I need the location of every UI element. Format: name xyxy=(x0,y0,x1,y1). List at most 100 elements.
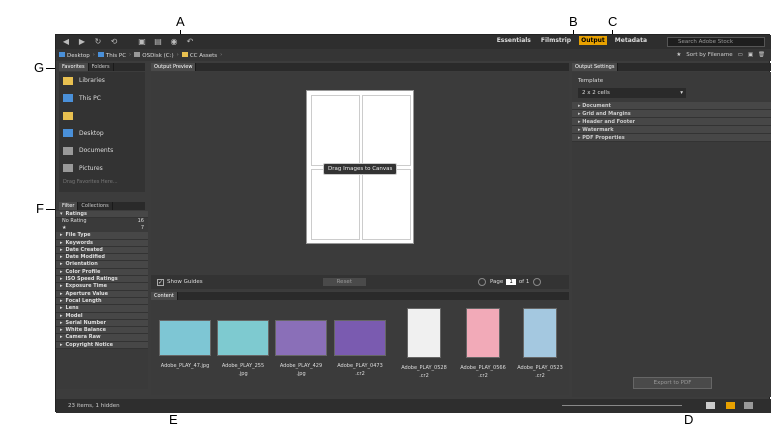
canvas-cell-3 xyxy=(311,169,360,240)
status-text: 23 items, 1 hidden xyxy=(68,403,120,409)
thumbnail-image xyxy=(334,320,386,356)
filter-section-focal-length[interactable]: ▸ Focal Length xyxy=(56,297,148,306)
folder-icon[interactable]: ▭ xyxy=(738,52,743,58)
back-icon[interactable]: ◀ xyxy=(60,37,72,47)
user-folder-icon xyxy=(63,111,73,120)
breadcrumb-this-pc[interactable]: This PC xyxy=(97,51,126,59)
forward-icon[interactable]: ▶ xyxy=(76,37,88,47)
thumbnail-caption: Adobe_PLAY_47.jpg xyxy=(160,363,210,369)
undo-icon[interactable]: ↶ xyxy=(184,37,196,47)
status-bar: 23 items, 1 hidden xyxy=(56,399,771,413)
callout-e: E xyxy=(169,412,178,427)
fav-pictures[interactable]: Pictures xyxy=(59,160,145,178)
workspace-metadata[interactable]: Metadata xyxy=(613,36,649,45)
content-panel: Adobe_PLAY_47.jpg Adobe_PLAY_255 .jpg Adob… xyxy=(151,300,569,395)
fav-this-pc[interactable]: This PC xyxy=(59,90,145,108)
content-thumbnail[interactable]: Adobe_PLAY_0523 .cr2 xyxy=(511,308,569,380)
favorites-panel: Libraries This PC Desktop Documents Pict… xyxy=(59,72,145,192)
filter-section-serial-number[interactable]: ▸ Serial Number xyxy=(56,319,148,328)
rotate-icon[interactable]: ⟲ xyxy=(108,37,120,47)
template-select[interactable]: 2 x 2 cells ▾ xyxy=(578,88,686,98)
tab-output-preview[interactable]: Output Preview xyxy=(151,63,197,71)
sort-dropdown[interactable]: Sort by Filename xyxy=(686,52,732,58)
filter-section-white-balance[interactable]: ▸ White Balance xyxy=(56,327,148,335)
breadcrumb-cc-assets[interactable]: CC Assets xyxy=(181,51,217,59)
fav-user[interactable] xyxy=(59,107,145,125)
app-toolbar: ◀ ▶ ↻ ⟲ ▣ ▤ ◉ ↶ xyxy=(56,35,771,49)
export-to-pdf-button[interactable]: Export to PDF xyxy=(633,377,712,389)
delete-icon[interactable]: 🗑 xyxy=(758,52,765,58)
view-list-icon[interactable] xyxy=(726,402,735,409)
open-icon[interactable]: ◉ xyxy=(168,37,180,47)
filter-section-lens[interactable]: ▸ Lens xyxy=(56,305,148,313)
new-folder-icon[interactable]: ▣ xyxy=(748,52,753,58)
filter-row-no-rating[interactable]: No Rating 16 xyxy=(56,218,148,225)
fav-documents[interactable]: Documents xyxy=(59,142,145,160)
content-tabs: Content xyxy=(151,292,569,300)
thumbnail-size-slider[interactable] xyxy=(562,405,682,406)
adobe-stock-search-input[interactable]: Search Adobe Stock xyxy=(667,37,765,47)
filter-section-exposure-time[interactable]: ▸ Exposure Time xyxy=(56,283,148,291)
refine-icon[interactable]: ▤ xyxy=(152,37,164,47)
canvas-cell-4 xyxy=(362,169,411,240)
reset-button[interactable]: Reset xyxy=(322,278,366,286)
camera-icon[interactable]: ▣ xyxy=(136,37,148,47)
next-page-icon[interactable] xyxy=(533,278,542,286)
filter-section-date-created[interactable]: ▸ Date Created xyxy=(56,246,148,255)
content-thumbnail[interactable]: Adobe_PLAY_0566 .cr2 xyxy=(454,308,512,380)
output-section-watermark[interactable]: ▸ Watermark xyxy=(572,126,771,134)
content-thumbnail[interactable]: Adobe_PLAY_0528 .cr2 xyxy=(395,308,453,380)
filter-section-camera-raw[interactable]: ▸ Camera Raw xyxy=(56,334,148,342)
tab-folders[interactable]: Folders xyxy=(89,63,114,71)
recent-icon[interactable]: ↻ xyxy=(92,37,104,47)
chevron-down-icon: ▾ xyxy=(680,90,683,96)
content-thumbnail[interactable]: Adobe_PLAY_255 .jpg xyxy=(214,320,272,378)
pictures-icon xyxy=(63,164,73,173)
tab-favorites[interactable]: Favorites xyxy=(59,63,89,71)
workspace-essentials[interactable]: Essentials xyxy=(495,36,533,45)
filter-section-orientation[interactable]: ▸ Orientation xyxy=(56,261,148,269)
prev-page-icon[interactable] xyxy=(477,278,486,286)
output-section-grid-and-margins[interactable]: ▸ Grid and Margins xyxy=(572,110,771,118)
content-thumbnail[interactable]: Adobe_PLAY_47.jpg xyxy=(156,320,214,370)
thumbnail-caption: Adobe_PLAY_0566 .cr2 xyxy=(460,365,506,379)
filter-section-model[interactable]: ▸ Model xyxy=(56,312,148,320)
preview-tabs: Output Preview xyxy=(151,63,569,71)
filter-section-date-modified[interactable]: ▸ Date Modified xyxy=(56,254,148,262)
content-thumbnail[interactable]: Adobe_PLAY_429 .jpg xyxy=(272,320,330,378)
filter-panel: ▾ Ratings No Rating 16 ★ 7 ▸ File Type ▸ Ke… xyxy=(56,211,148,389)
view-details-icon[interactable] xyxy=(744,402,753,409)
show-guides-checkbox[interactable]: ✓ xyxy=(157,278,164,286)
tab-collections[interactable]: Collections xyxy=(78,202,113,210)
view-grid-icon[interactable] xyxy=(706,402,715,409)
tab-filter[interactable]: Filter xyxy=(59,202,79,210)
output-section-header-and-footer[interactable]: ▸ Header and Footer xyxy=(572,118,771,126)
thumbnail-caption: Adobe_PLAY_0528 .cr2 xyxy=(401,365,447,379)
filter-row-star[interactable]: ★ 7 xyxy=(56,225,148,232)
documents-icon xyxy=(63,146,73,155)
filter-section-color-profile[interactable]: ▸ Color Profile xyxy=(56,268,148,277)
page-input[interactable]: 1 xyxy=(506,279,516,285)
tab-output-settings[interactable]: Output Settings xyxy=(572,63,619,71)
canvas-cell-2 xyxy=(362,95,411,166)
output-section-pdf-properties[interactable]: ▸ PDF Properties xyxy=(572,134,771,142)
breadcrumb-desktop[interactable]: Desktop xyxy=(59,51,90,59)
output-settings-tabs: Output Settings xyxy=(572,63,771,71)
filter-section-keywords[interactable]: ▸ Keywords xyxy=(56,239,148,247)
workspace-filmstrip[interactable]: Filmstrip xyxy=(539,36,573,45)
thumbnail-image xyxy=(466,308,500,358)
breadcrumb-osdisk[interactable]: OSDisk (C:) xyxy=(134,51,174,59)
tab-content[interactable]: Content xyxy=(151,292,178,300)
callout-a: A xyxy=(176,14,185,29)
fav-desktop[interactable]: Desktop xyxy=(59,125,145,143)
star-filter-icon[interactable]: ★ xyxy=(676,52,681,58)
filter-section-iso-speed-ratings[interactable]: ▸ ISO Speed Ratings xyxy=(56,276,148,284)
filter-section-copyright-notice[interactable]: ▸ Copyright Notice xyxy=(56,341,148,350)
filter-section-file-type[interactable]: ▸ File Type xyxy=(56,232,148,240)
output-section-document[interactable]: ▸ Document xyxy=(572,102,771,110)
filter-section-ratings[interactable]: ▾ Ratings xyxy=(56,211,148,219)
filter-section-aperture-value[interactable]: ▸ Aperture Value xyxy=(56,290,148,298)
workspace-output[interactable]: Output xyxy=(579,36,607,45)
content-thumbnail[interactable]: Adobe_PLAY_0473 .cr2 xyxy=(331,320,389,378)
fav-libraries[interactable]: Libraries xyxy=(59,72,145,90)
